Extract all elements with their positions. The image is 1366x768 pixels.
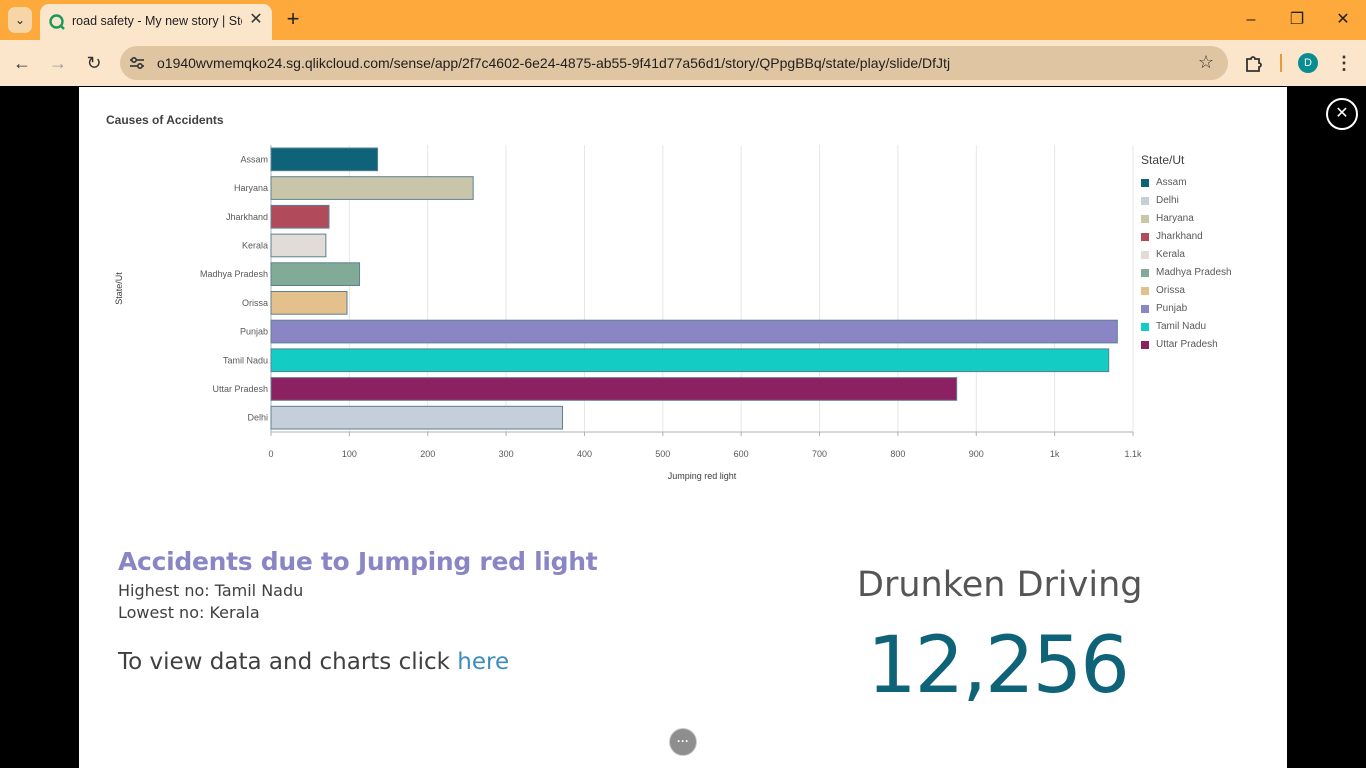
more-options-icon[interactable]: ··· — [669, 728, 697, 756]
exit-story-close-icon[interactable]: ✕ — [1326, 98, 1358, 130]
bar-uttar-pradesh[interactable] — [270, 377, 958, 401]
tab-close-icon[interactable]: ✕ — [248, 12, 264, 28]
profile-avatar[interactable]: D — [1298, 53, 1318, 73]
view-data-text: To view data and charts click here — [118, 649, 509, 675]
reload-icon[interactable]: ↻ — [81, 50, 107, 76]
toolbar-separator — [1280, 54, 1282, 72]
x-tick-label: 1.1k — [1124, 449, 1142, 459]
legend-item[interactable]: Kerala — [1141, 249, 1185, 260]
kpi-value: 12,256 — [867, 621, 1130, 711]
x-tick-label: 0 — [268, 449, 273, 459]
legend-item[interactable]: Tamil Nadu — [1141, 321, 1206, 332]
bar-delhi[interactable] — [270, 405, 564, 430]
x-tick-label: 900 — [969, 449, 984, 459]
window-close-icon[interactable]: ✕ — [1328, 8, 1358, 32]
legend-item[interactable]: Haryana — [1141, 213, 1194, 224]
legend-label: Delhi — [1156, 195, 1179, 206]
legend-swatch — [1141, 232, 1149, 241]
x-axis-title: Jumping red light — [668, 471, 737, 481]
x-tick-label: 100 — [342, 449, 357, 459]
browser-tab[interactable]: road safety - My new story | Sto ✕ — [40, 4, 272, 40]
legend-label: Tamil Nadu — [1156, 321, 1207, 332]
bar-orissa[interactable] — [270, 291, 348, 315]
legend-item[interactable]: Orissa — [1141, 285, 1185, 296]
url-text: o1940wvmemqko24.sg.qlikcloud.com/sense/a… — [157, 55, 951, 71]
bar-jharkhand[interactable] — [270, 204, 330, 229]
legend-item[interactable]: Assam — [1141, 177, 1187, 188]
view-data-link[interactable]: here — [457, 649, 509, 675]
legend-swatch — [1141, 250, 1149, 259]
x-tick-label: 800 — [890, 449, 905, 459]
legend-item[interactable]: Punjab — [1141, 303, 1187, 314]
back-arrow-icon[interactable]: ← — [9, 50, 35, 76]
y-category-label: Uttar Pradesh — [212, 384, 268, 394]
y-category-label: Orissa — [242, 298, 268, 308]
site-info-icon[interactable] — [128, 54, 146, 72]
browser-toolbar: ← → ↻ o1940wvmemqko24.sg.qlikcloud.com/s… — [0, 40, 1366, 86]
restore-icon[interactable]: ❐ — [1282, 8, 1312, 32]
y-category-label: Kerala — [242, 240, 268, 250]
kpi-title: Drunken Driving — [857, 565, 1143, 605]
forward-arrow-icon[interactable]: → — [45, 50, 71, 76]
x-tick-label: 400 — [577, 449, 592, 459]
y-category-label: Haryana — [234, 183, 268, 193]
address-bar[interactable]: o1940wvmemqko24.sg.qlikcloud.com/sense/a… — [120, 46, 1228, 80]
x-tick-label: 300 — [499, 449, 514, 459]
bookmark-star-icon[interactable]: ☆ — [1195, 51, 1217, 73]
qlik-favicon-icon — [49, 14, 65, 30]
legend-label: Orissa — [1156, 285, 1185, 296]
bar-tamil-nadu[interactable] — [270, 348, 1110, 373]
legend-swatch — [1141, 340, 1149, 349]
legend-item[interactable]: Madhya Pradesh — [1141, 267, 1232, 278]
bar-chart[interactable]: 0 100 200 300 400 500 600 700 800 900 1k 1.1k Assam H… — [79, 87, 1287, 497]
bar-punjab[interactable] — [270, 319, 1118, 344]
legend-swatch — [1141, 322, 1149, 331]
legend-swatch — [1141, 268, 1149, 277]
extensions-puzzle-icon[interactable] — [1243, 52, 1265, 74]
legend-swatch — [1141, 196, 1149, 205]
view-data-prefix: To view data and charts click — [118, 649, 458, 675]
x-tick-label: 1k — [1050, 449, 1060, 459]
y-category-label: Punjab — [240, 327, 268, 337]
bar-haryana[interactable] — [270, 176, 474, 200]
legend-label: Punjab — [1156, 303, 1188, 314]
bar-madhya-pradesh[interactable] — [270, 262, 361, 287]
legend-label: Kerala — [1156, 249, 1185, 260]
x-tick-label: 700 — [812, 449, 827, 459]
browser-menu-icon[interactable]: ⋮ — [1334, 51, 1354, 75]
y-category-label: Jharkhand — [226, 212, 268, 222]
legend-item[interactable]: Delhi — [1141, 195, 1179, 206]
legend-label: Madhya Pradesh — [1156, 267, 1232, 278]
x-tick-label: 200 — [420, 449, 435, 459]
legend-label: Jharkhand — [1156, 231, 1203, 242]
y-category-label: Tamil Nadu — [223, 355, 268, 365]
bar-kerala[interactable] — [270, 233, 327, 258]
y-category-label: Madhya Pradesh — [200, 269, 268, 279]
legend-label: Assam — [1156, 177, 1187, 188]
legend-swatch — [1141, 178, 1149, 187]
legend-title: State/Ut — [1141, 153, 1185, 167]
bar-assam[interactable] — [270, 147, 379, 172]
legend-label: Haryana — [1156, 213, 1194, 224]
story-slide: Causes of Accidents 0 100 200 300 400 500 600 7… — [79, 87, 1287, 768]
jumping-red-light-heading: Accidents due to Jumping red light — [118, 547, 598, 576]
x-tick-label: 600 — [734, 449, 749, 459]
x-tick-label: 500 — [655, 449, 670, 459]
legend-swatch — [1141, 286, 1149, 295]
legend-label: Uttar Pradesh — [1156, 339, 1218, 350]
y-category-label: Delhi — [247, 413, 268, 423]
tab-title: road safety - My new story | Sto — [72, 14, 242, 28]
legend-item[interactable]: Jharkhand — [1141, 231, 1203, 242]
legend-swatch — [1141, 304, 1149, 313]
highest-state-text: Highest no: Tamil Nadu — [118, 581, 304, 600]
y-axis-title: State/Ut — [114, 272, 124, 305]
lowest-state-text: Lowest no: Kerala — [118, 603, 260, 622]
legend-swatch — [1141, 214, 1149, 223]
legend-item[interactable]: Uttar Pradesh — [1141, 339, 1218, 350]
y-category-label: Assam — [240, 154, 268, 164]
tab-search-button[interactable]: ⌄ — [8, 7, 32, 33]
minimize-icon[interactable]: – — [1236, 8, 1266, 32]
browser-tab-bar: ⌄ road safety - My new story | Sto ✕ + –… — [0, 0, 1366, 40]
new-tab-icon[interactable]: + — [282, 8, 304, 30]
